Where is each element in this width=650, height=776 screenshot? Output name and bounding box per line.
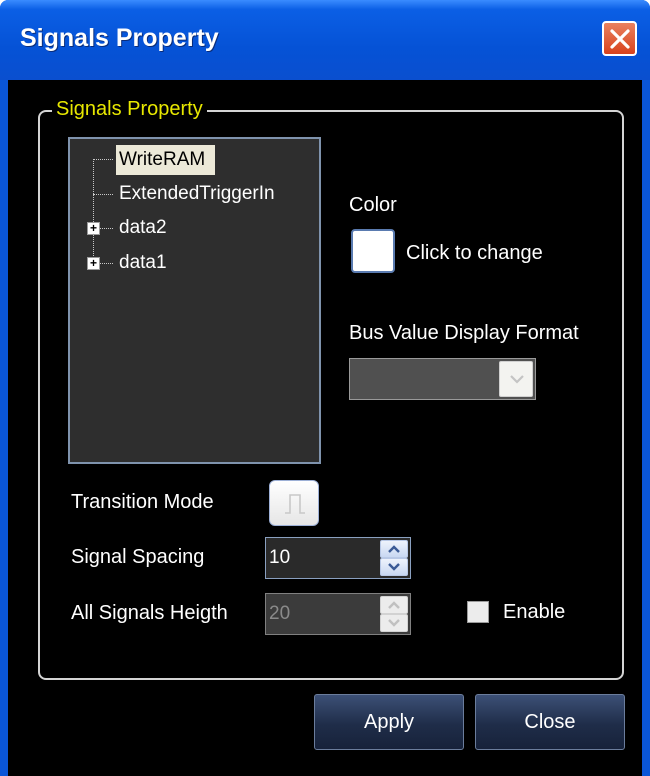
- plus-icon[interactable]: +: [87, 222, 100, 235]
- close-window-button[interactable]: [602, 21, 637, 56]
- color-hint: Click to change: [406, 242, 543, 264]
- dialog-window: Signals Property Signals Property WriteR…: [0, 0, 650, 776]
- color-swatch-button[interactable]: [351, 229, 395, 273]
- transition-mode-button[interactable]: [269, 480, 319, 526]
- spin-up-button[interactable]: [380, 540, 408, 558]
- enable-label[interactable]: Enable: [503, 601, 565, 624]
- dropdown-button[interactable]: [499, 361, 533, 397]
- all-signals-height-label: All Signals Heigth: [71, 602, 228, 624]
- spin-down-button[interactable]: [380, 558, 408, 576]
- transition-icon: [285, 494, 305, 514]
- tree-item-label: WriteRAM: [116, 145, 216, 175]
- close-icon: [610, 29, 630, 49]
- tree-item-label: data2: [119, 217, 167, 238]
- tree-connector-line: [100, 263, 113, 264]
- tree-connector-line: [93, 159, 113, 160]
- transition-mode-label: Transition Mode: [71, 491, 214, 513]
- tree-item-label: data1: [119, 252, 167, 273]
- close-button[interactable]: Close: [475, 694, 625, 750]
- signal-spacing-spinner[interactable]: 10: [265, 537, 411, 579]
- spinner-arrows: [380, 596, 408, 632]
- signal-spacing-value: 10: [269, 547, 291, 568]
- all-signals-height-spinner: 20: [265, 593, 411, 635]
- plus-icon[interactable]: +: [87, 257, 100, 270]
- color-label: Color: [349, 194, 397, 216]
- enable-checkbox[interactable]: [467, 601, 489, 623]
- arrow-up-icon: [388, 545, 400, 553]
- group-legend: Signals Property: [52, 98, 207, 121]
- spin-down-button: [380, 614, 408, 632]
- bus-format-select[interactable]: [349, 358, 536, 400]
- title-bar[interactable]: Signals Property: [0, 0, 650, 80]
- tree-connector-line: [93, 194, 113, 195]
- arrow-down-icon: [388, 563, 400, 571]
- arrow-up-icon: [388, 601, 400, 609]
- tree-connector-line: [93, 159, 94, 266]
- signal-spacing-label: Signal Spacing: [71, 546, 205, 568]
- tree-connector-line: [100, 228, 113, 229]
- window-title: Signals Property: [20, 24, 219, 52]
- bus-format-label: Bus Value Display Format: [349, 322, 579, 344]
- tree-item-label: ExtendedTriggerIn: [119, 183, 275, 204]
- apply-button[interactable]: Apply: [314, 694, 464, 750]
- chevron-down-icon: [510, 375, 524, 384]
- dialog-client-area: Signals Property WriteRAM ExtendedTrigge…: [8, 80, 642, 776]
- all-signals-height-value: 20: [269, 603, 291, 624]
- signals-tree[interactable]: WriteRAM ExtendedTriggerIn + data2 + dat…: [68, 137, 321, 464]
- spinner-arrows: [380, 540, 408, 576]
- arrow-down-icon: [388, 619, 400, 627]
- spin-up-button: [380, 596, 408, 614]
